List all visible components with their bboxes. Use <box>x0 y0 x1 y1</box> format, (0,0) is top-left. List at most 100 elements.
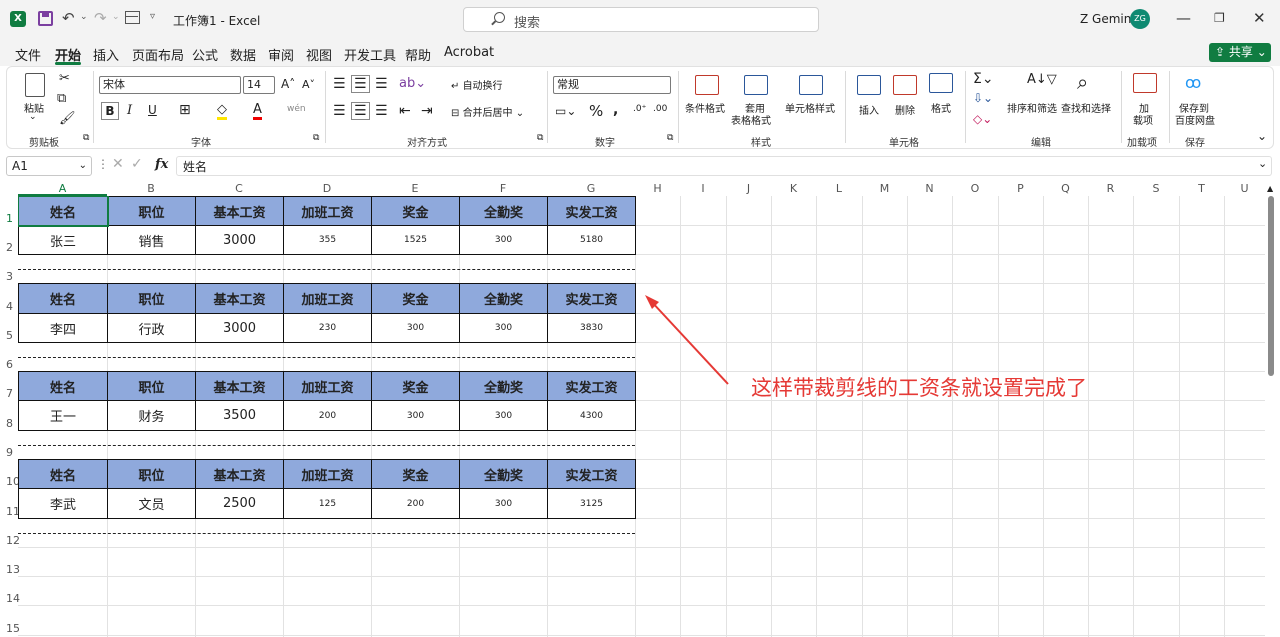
header-cell[interactable]: 实发工资 <box>547 283 636 314</box>
data-cell[interactable]: 李武 <box>18 488 108 519</box>
header-cell[interactable]: 姓名 <box>18 459 108 489</box>
data-cell[interactable]: 4300 <box>547 400 636 431</box>
find-select-button[interactable]: 查找和选择 <box>1061 100 1111 115</box>
scroll-thumb[interactable] <box>1268 196 1274 376</box>
header-cell[interactable]: 实发工资 <box>547 196 636 226</box>
scroll-up-icon[interactable]: ▲ <box>1267 184 1273 193</box>
add-ins-label-2[interactable]: 载项 <box>1133 112 1153 127</box>
insert-cells-icon[interactable] <box>857 75 881 95</box>
column-header-K[interactable]: K <box>771 182 816 196</box>
header-cell[interactable]: 奖金 <box>371 459 460 489</box>
row-header-4[interactable]: 4 <box>0 300 18 313</box>
cancel-icon[interactable]: ✕ <box>112 156 124 172</box>
save-icon[interactable] <box>38 11 53 26</box>
column-header-J[interactable]: J <box>726 182 771 196</box>
data-cell[interactable]: 300 <box>371 400 460 431</box>
header-cell[interactable]: 加班工资 <box>283 196 372 226</box>
row-header-5[interactable]: 5 <box>0 329 18 342</box>
column-header-M[interactable]: M <box>862 182 907 196</box>
undo-dropdown-icon[interactable]: ⌄ <box>80 12 88 22</box>
header-cell[interactable]: 奖金 <box>371 283 460 314</box>
decrease-font-icon[interactable]: A˅ <box>302 78 315 91</box>
row-header-2[interactable]: 2 <box>0 241 18 254</box>
header-cell[interactable]: 加班工资 <box>283 283 372 314</box>
data-cell[interactable]: 300 <box>459 225 548 255</box>
worksheet-grid[interactable]: 姓名 职位 基本工资 加班工资 奖金 全勤奖 实发工资 张三 销售 3000 355 1525 300 5… <box>18 196 1265 637</box>
data-cell[interactable]: 3500 <box>195 400 284 431</box>
row-header-6[interactable]: 6 <box>0 358 18 371</box>
row-header-9[interactable]: 9 <box>0 446 18 459</box>
data-cell[interactable]: 张三 <box>18 225 108 255</box>
font-name-select[interactable]: 宋体 <box>99 76 241 94</box>
copy-icon[interactable]: ⧉ <box>57 91 66 106</box>
data-cell[interactable]: 230 <box>283 313 372 343</box>
number-format-select[interactable]: 常规 <box>553 76 671 94</box>
header-cell[interactable]: 全勤奖 <box>459 371 548 401</box>
row-header-3[interactable]: 3 <box>0 270 18 283</box>
column-header-I[interactable]: I <box>680 182 726 196</box>
percent-button[interactable]: % <box>589 102 603 120</box>
header-cell[interactable]: 加班工资 <box>283 459 372 489</box>
column-header-S[interactable]: S <box>1133 182 1179 196</box>
align-right-icon[interactable]: ☰ <box>375 103 388 119</box>
menu-page-layout[interactable]: 页面布局 <box>132 45 184 64</box>
column-header-T[interactable]: T <box>1179 182 1224 196</box>
data-cell[interactable]: 300 <box>459 400 548 431</box>
menu-insert[interactable]: 插入 <box>93 45 119 64</box>
column-header-C[interactable]: C <box>195 182 283 196</box>
clear-icon[interactable]: ◇⌄ <box>973 112 992 126</box>
header-cell[interactable]: 基本工资 <box>195 459 284 489</box>
menu-formulas[interactable]: 公式 <box>192 45 218 64</box>
header-cell[interactable]: 职位 <box>107 371 196 401</box>
header-cell[interactable]: 全勤奖 <box>459 459 548 489</box>
font-size-select[interactable]: 14 <box>243 76 275 94</box>
undo-icon[interactable]: ↶ <box>62 9 75 27</box>
header-cell[interactable]: 加班工资 <box>283 371 372 401</box>
column-header-E[interactable]: E <box>371 182 459 196</box>
enter-icon[interactable]: ✓ <box>131 156 143 172</box>
sort-filter-icon[interactable]: A↓▽ <box>1027 72 1057 87</box>
share-button[interactable]: ⇪ 共享 ⌄ <box>1209 43 1271 62</box>
add-ins-icon[interactable] <box>1133 73 1157 93</box>
vertical-scrollbar[interactable]: ▲ <box>1266 184 1276 634</box>
customize-toolbar-icon[interactable]: ▿ <box>150 11 155 22</box>
column-header-H[interactable]: H <box>635 182 680 196</box>
align-middle-icon[interactable]: ☰ <box>351 75 370 93</box>
menu-acrobat[interactable]: Acrobat <box>444 45 494 60</box>
insert-cells-button[interactable]: 插入 <box>859 102 879 117</box>
data-cell[interactable]: 300 <box>371 313 460 343</box>
data-cell[interactable]: 125 <box>283 488 372 519</box>
row-header-15[interactable]: 15 <box>0 622 20 635</box>
data-cell[interactable]: 200 <box>371 488 460 519</box>
data-cell[interactable]: 3125 <box>547 488 636 519</box>
data-cell[interactable]: 1525 <box>371 225 460 255</box>
menu-file[interactable]: 文件 <box>15 45 41 64</box>
header-cell[interactable]: 姓名 <box>18 371 108 401</box>
decrease-decimal-icon[interactable]: .00 <box>653 104 667 114</box>
header-cell[interactable]: 全勤奖 <box>459 283 548 314</box>
row-header-1[interactable]: 1 <box>0 212 18 225</box>
insert-function-button[interactable]: fx <box>155 157 168 172</box>
user-name[interactable]: Z Gemini <box>1080 12 1135 26</box>
increase-decimal-icon[interactable]: .0⁺ <box>633 104 646 114</box>
find-select-icon[interactable]: ⌕ <box>1077 70 1088 94</box>
column-header-P[interactable]: P <box>998 182 1043 196</box>
column-header-G[interactable]: G <box>547 182 635 196</box>
redo-dropdown-icon[interactable]: ⌄ <box>112 12 120 22</box>
fill-icon[interactable]: ⇩⌄ <box>973 91 993 105</box>
header-cell[interactable]: 基本工资 <box>195 196 284 226</box>
menu-developer[interactable]: 开发工具 <box>344 45 396 64</box>
data-cell[interactable]: 行政 <box>107 313 196 343</box>
header-cell[interactable]: 实发工资 <box>547 371 636 401</box>
data-cell[interactable]: 3000 <box>195 313 284 343</box>
avatar[interactable]: ZG <box>1130 9 1150 29</box>
search-input[interactable]: 搜索 <box>463 7 819 32</box>
autosum-icon[interactable]: Σ⌄ <box>973 71 994 87</box>
wrap-text-button[interactable]: ↵ 自动换行 <box>451 77 503 92</box>
conditional-format-icon[interactable] <box>695 75 719 95</box>
header-cell[interactable]: 职位 <box>107 196 196 226</box>
borders-icon[interactable]: ⊞ <box>179 102 191 118</box>
header-cell[interactable]: 职位 <box>107 283 196 314</box>
restore-icon[interactable]: ❐ <box>1214 11 1225 25</box>
data-cell[interactable]: 200 <box>283 400 372 431</box>
